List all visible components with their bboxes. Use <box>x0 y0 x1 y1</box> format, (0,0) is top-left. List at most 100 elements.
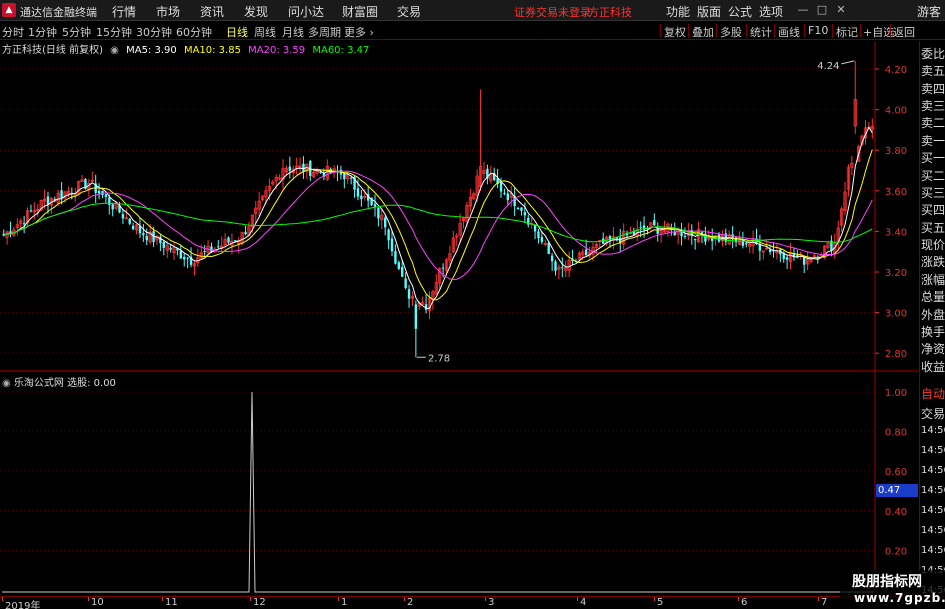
main-chart-legend: 方正科技(日线 前复权) ◉ MA5: 3.90 MA10: 3.85 MA20… <box>2 41 373 56</box>
candlestick <box>360 189 363 207</box>
quote-field-label: 总量 <box>921 290 945 305</box>
stock-label[interactable]: 方正科技(日线 前复权) <box>2 45 103 56</box>
candlestick <box>22 216 26 234</box>
candlestick <box>843 182 847 216</box>
ma20-label: MA20: 3.59 <box>248 45 306 56</box>
candlestick <box>830 235 833 257</box>
candlestick <box>295 157 299 175</box>
quote-field-label: 买一 <box>921 151 945 166</box>
auto-trade-label[interactable]: 自动 <box>921 385 945 402</box>
candlestick <box>478 89 483 191</box>
candlestick <box>792 247 796 261</box>
candlestick <box>60 182 63 205</box>
candlestick <box>680 223 683 246</box>
candlestick <box>94 174 97 204</box>
price-tick-label: 3.00 <box>885 309 907 320</box>
indicator-name[interactable]: 乐淘公式网 <box>14 378 64 389</box>
candlestick <box>666 222 670 237</box>
candlestick <box>394 244 397 265</box>
candlestick <box>836 220 840 250</box>
date-label: 5 <box>657 597 664 608</box>
candlestick <box>461 216 466 229</box>
candlestick <box>472 192 476 201</box>
candlestick <box>451 230 455 253</box>
candlestick <box>550 252 554 271</box>
candlestick <box>278 174 282 181</box>
candlestick <box>15 218 19 236</box>
candlestick <box>80 175 84 183</box>
candlestick <box>380 208 384 230</box>
quote-panel: 委比 卖五 卖四 卖三 卖二 卖一 买一 买二 买三 买四 买五 现价 涨跌 涨幅 总量 外盘 换手 净资 收益 自动… <box>919 41 945 596</box>
candlestick <box>421 296 425 305</box>
candlestick <box>622 223 626 249</box>
indicator-toggle-icon[interactable]: ◉ <box>2 378 11 389</box>
candlestick <box>377 207 380 227</box>
price-tick-label: 4.00 <box>885 106 907 117</box>
candlestick <box>734 236 738 247</box>
watermark-title: 股朋指标网 <box>852 574 922 590</box>
chart-area[interactable]: 4.20 4.00 3.80 3.60 3.40 3.20 3.00 2.80 1.00 0.80… <box>0 0 945 609</box>
candlestick <box>162 239 165 256</box>
candlestick <box>186 256 189 269</box>
candlestick <box>755 228 758 245</box>
ma60-label: MA60: 3.47 <box>312 45 370 56</box>
candlestick <box>482 161 486 179</box>
quote-field-label: 卖二 <box>921 116 945 131</box>
quote-field-label: 外盘 <box>921 307 945 322</box>
legend-toggle-icon[interactable]: ◉ <box>110 45 119 56</box>
date-label: 11 <box>165 597 178 608</box>
candlestick <box>653 213 656 226</box>
candlestick <box>761 250 765 260</box>
candlestick <box>826 242 830 250</box>
ma20-line <box>3 170 873 281</box>
candlestick <box>244 225 247 236</box>
candlestick <box>561 257 564 278</box>
indicator-tick-label: 1.00 <box>885 388 907 399</box>
price-tick-label: 3.60 <box>885 187 907 198</box>
date-label: 2 <box>407 597 414 608</box>
indicator-current-value: 0.47 <box>876 484 918 497</box>
auto-trade-label[interactable]: 交易 <box>921 405 945 422</box>
date-label: 6 <box>741 597 748 608</box>
site-watermark: 股朋指标网 www.7gpzb.com <box>840 570 945 609</box>
candlestick <box>520 207 523 216</box>
date-label: 3 <box>488 597 495 608</box>
tick-time: 14:56 <box>921 465 945 476</box>
candlestick <box>758 234 762 261</box>
candlestick <box>142 224 145 242</box>
price-tick-label: 3.80 <box>885 146 907 157</box>
quote-field-label: 换手 <box>921 324 945 339</box>
watermark-url: www.7gpzb.com <box>854 591 945 605</box>
candlestick <box>111 202 114 217</box>
ma60-line <box>3 202 873 243</box>
candlestick <box>183 252 186 267</box>
ma5-line <box>3 126 873 310</box>
price-tick-label: 2.80 <box>885 349 907 360</box>
candlestick <box>73 187 77 203</box>
quote-field-label: 买二 <box>921 168 945 183</box>
indicator-tick-label: 0.20 <box>885 546 907 557</box>
candlestick <box>196 248 200 267</box>
candlestick <box>97 183 101 200</box>
ma5-label: MA5: 3.90 <box>126 45 177 56</box>
candlestick <box>387 228 390 249</box>
candlestick <box>853 60 857 134</box>
candlestick <box>284 165 289 175</box>
candlestick <box>567 251 571 278</box>
candlestick <box>124 208 128 220</box>
candlestick <box>305 163 309 180</box>
candlestick <box>315 167 319 176</box>
indicator-value: 选股: 0.00 <box>67 378 116 389</box>
quote-field-label: 卖一 <box>921 133 945 148</box>
candlestick <box>384 215 387 236</box>
candlestick <box>192 259 197 276</box>
candlestick <box>404 272 407 290</box>
candlestick <box>434 274 438 295</box>
candlestick <box>257 192 261 217</box>
quote-field-label: 卖五 <box>921 64 945 79</box>
indicator-legend: ◉ 乐淘公式网 选股: 0.00 <box>2 374 116 389</box>
candlestick <box>602 232 605 245</box>
quote-field-label: 卖三 <box>921 99 945 114</box>
candlestick <box>203 245 206 258</box>
candlestick <box>527 214 530 228</box>
